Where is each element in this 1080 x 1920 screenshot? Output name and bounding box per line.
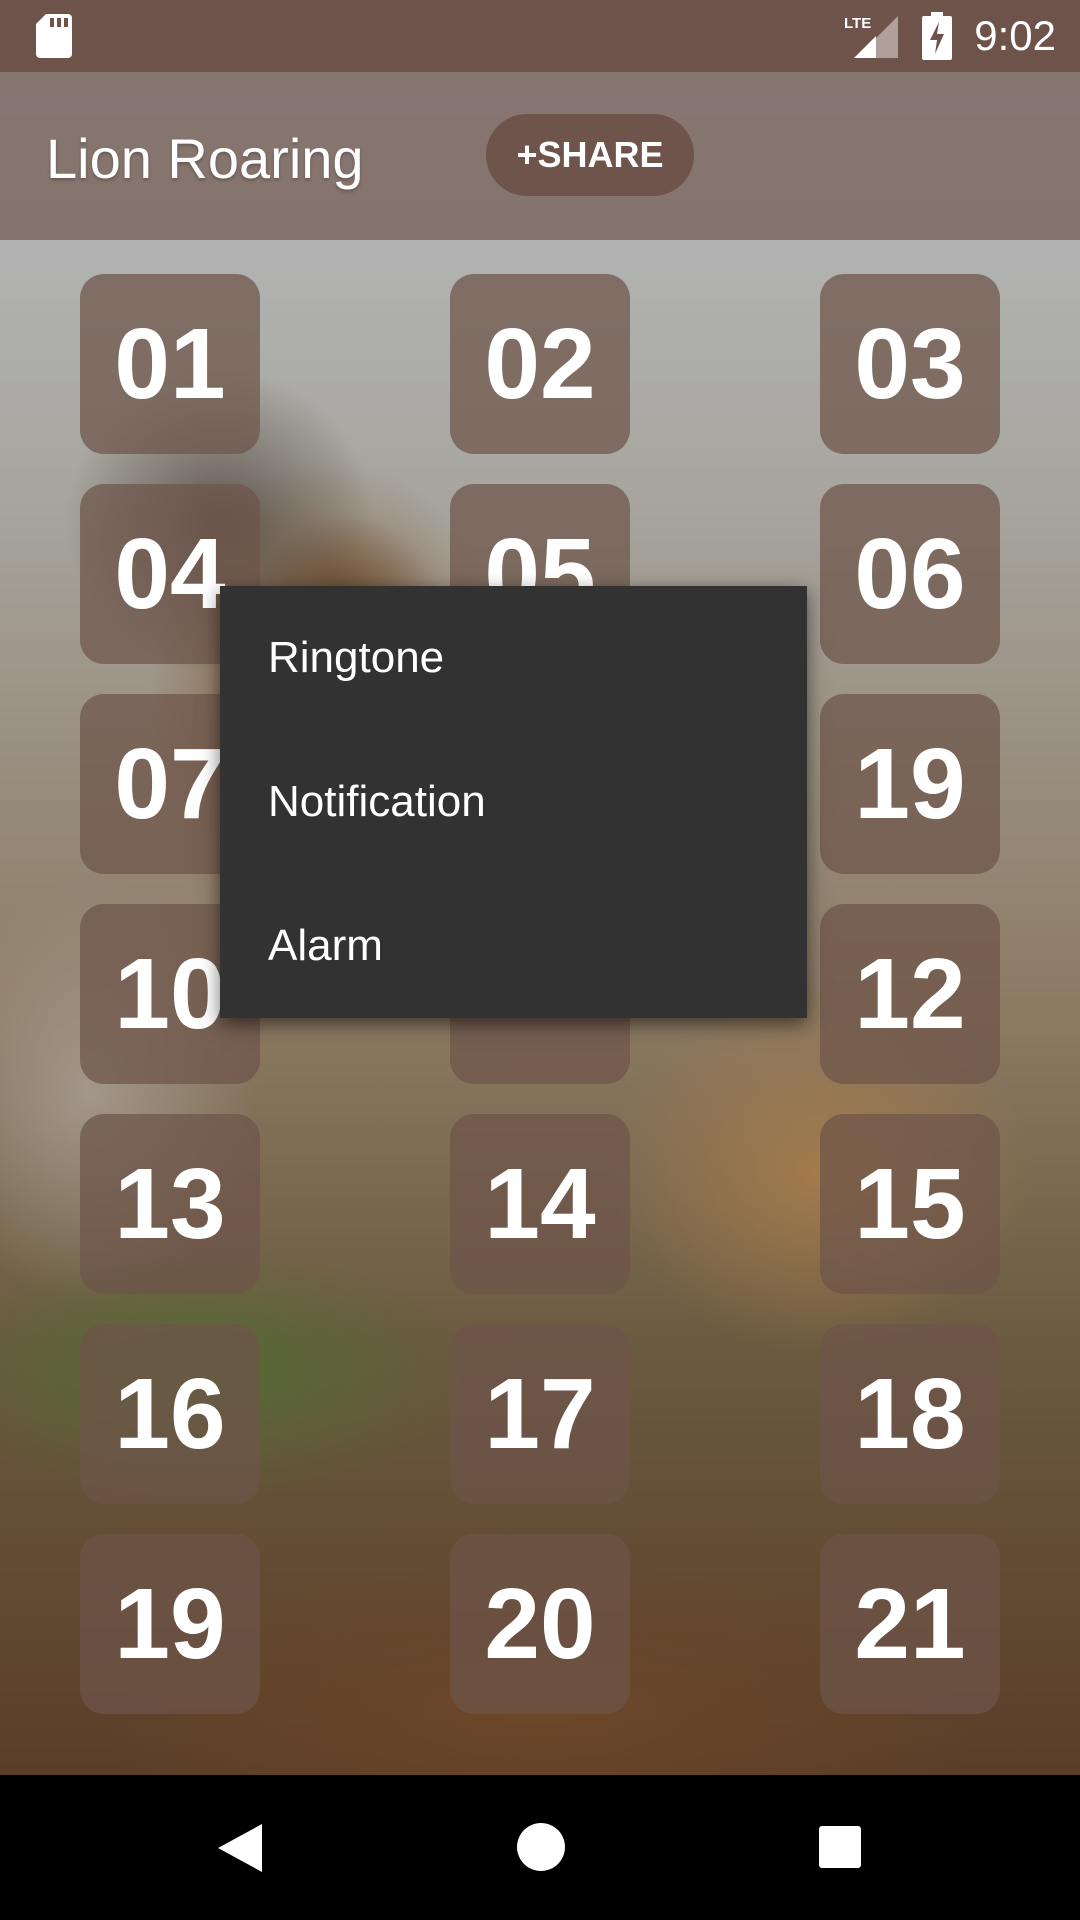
app-title: Lion Roaring: [46, 127, 364, 190]
sound-tile[interactable]: 02: [450, 274, 630, 454]
sound-tile[interactable]: 21: [820, 1534, 1000, 1714]
sound-tile[interactable]: 12: [820, 904, 1000, 1084]
svg-text:LTE: LTE: [844, 15, 871, 32]
back-icon[interactable]: [216, 1822, 264, 1874]
battery-charging-icon: [922, 12, 952, 60]
sound-tile[interactable]: 13: [80, 1114, 260, 1294]
lte-signal-icon: LTE: [844, 15, 898, 58]
sound-tile[interactable]: 16: [80, 1324, 260, 1504]
recents-icon[interactable]: [818, 1825, 862, 1869]
sd-card-icon: [36, 14, 72, 58]
sound-tile[interactable]: 03: [820, 274, 1000, 454]
menu-item-ringtone[interactable]: Ringtone: [220, 586, 807, 730]
sound-tile[interactable]: 19: [820, 694, 1000, 874]
sound-tile[interactable]: 15: [820, 1114, 1000, 1294]
status-bar: LTE 9:02: [0, 0, 1080, 72]
home-icon[interactable]: [516, 1822, 566, 1872]
sound-tile[interactable]: 14: [450, 1114, 630, 1294]
sound-tile[interactable]: 18: [820, 1324, 1000, 1504]
status-time: 9:02: [974, 12, 1056, 59]
sound-tile[interactable]: 20: [450, 1534, 630, 1714]
sound-tile[interactable]: 17: [450, 1324, 630, 1504]
sound-tile[interactable]: 19: [80, 1534, 260, 1714]
share-button[interactable]: +SHARE: [486, 114, 694, 196]
menu-item-notification[interactable]: Notification: [220, 730, 807, 874]
sound-tile[interactable]: 01: [80, 274, 260, 454]
set-as-popup-menu: Ringtone Notification Alarm: [220, 586, 807, 1018]
menu-item-alarm[interactable]: Alarm: [220, 874, 807, 1018]
app-bar: Lion Roaring +SHARE: [0, 72, 1080, 240]
sound-tile[interactable]: 06: [820, 484, 1000, 664]
